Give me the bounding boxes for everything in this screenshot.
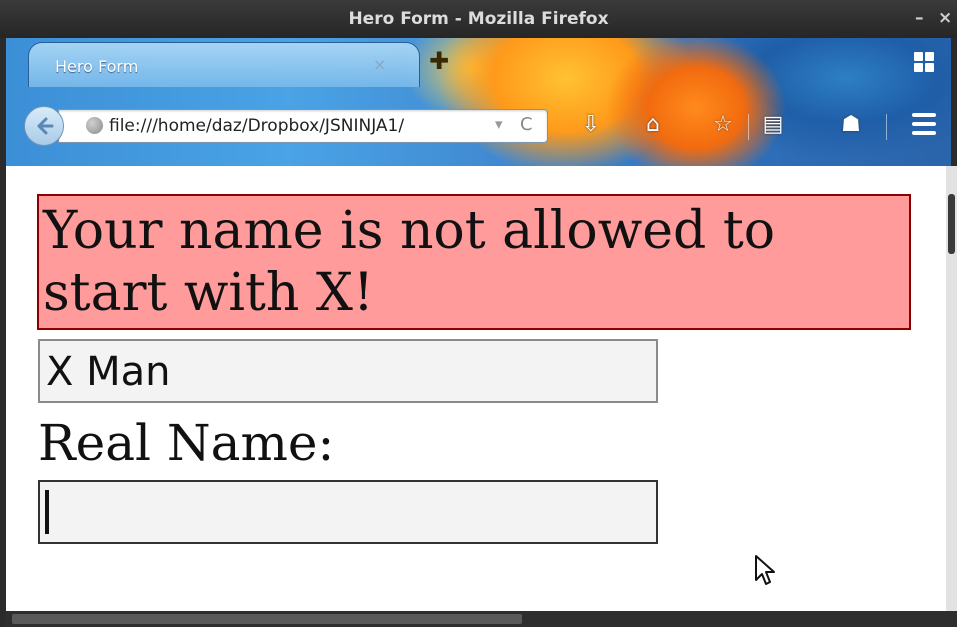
back-button[interactable] <box>24 106 64 146</box>
hero-name-input[interactable]: X Man <box>38 339 658 403</box>
navigation-toolbar: file:///home/daz/Dropbox/JSNINJA1/ ▾ C ⇩… <box>6 90 951 158</box>
toolbar-separator <box>886 114 887 140</box>
tab-strip: Hero Form × ✚ <box>6 38 951 87</box>
tab-close-icon[interactable]: × <box>373 55 386 74</box>
horizontal-scrollbar[interactable] <box>6 611 957 627</box>
tab-groups-icon[interactable] <box>914 52 936 74</box>
back-arrow-icon <box>37 117 54 135</box>
browser-chrome: Hero Form × ✚ file:///home/daz/Dropbox/J… <box>6 38 951 166</box>
toolbar-separator <box>748 114 749 140</box>
error-message-box: Your name is not allowed to start with X… <box>37 194 911 330</box>
ghostery-icon[interactable]: ☗ <box>836 110 866 140</box>
download-icon[interactable]: ⇩ <box>576 110 606 140</box>
window-title: Hero Form - Mozilla Firefox <box>348 9 609 29</box>
real-name-label: Real Name: <box>38 414 335 472</box>
reload-icon[interactable]: C <box>520 114 533 135</box>
url-dropdown-icon[interactable]: ▾ <box>495 115 503 133</box>
error-message: Your name is not allowed to start with X… <box>43 201 776 323</box>
real-name-input[interactable] <box>38 480 658 544</box>
mouse-pointer-icon <box>755 555 775 585</box>
tab-hero-form[interactable]: Hero Form × <box>28 42 420 87</box>
bookmark-star-icon[interactable]: ☆ <box>708 110 738 140</box>
vertical-scrollbar[interactable] <box>946 166 957 611</box>
url-text[interactable]: file:///home/daz/Dropbox/JSNINJA1/ <box>109 116 485 136</box>
hamburger-menu-icon[interactable] <box>910 112 938 138</box>
window-titlebar: Hero Form - Mozilla Firefox – × <box>0 0 957 38</box>
bookmarks-menu-icon[interactable]: ▤ <box>758 110 788 140</box>
hero-name-value: X Man <box>46 349 171 395</box>
minimize-button[interactable]: – <box>915 8 924 28</box>
new-tab-icon[interactable]: ✚ <box>428 49 450 73</box>
page-viewport: Your name is not allowed to start with X… <box>6 166 946 611</box>
tab-label: Hero Form <box>55 57 139 76</box>
globe-icon <box>86 117 103 134</box>
home-icon[interactable]: ⌂ <box>638 110 668 140</box>
horizontal-scroll-thumb[interactable] <box>12 614 522 624</box>
close-window-button[interactable]: × <box>938 8 952 28</box>
text-caret <box>45 490 49 534</box>
url-bar[interactable]: file:///home/daz/Dropbox/JSNINJA1/ ▾ C <box>58 109 548 143</box>
vertical-scroll-thumb[interactable] <box>948 194 955 254</box>
